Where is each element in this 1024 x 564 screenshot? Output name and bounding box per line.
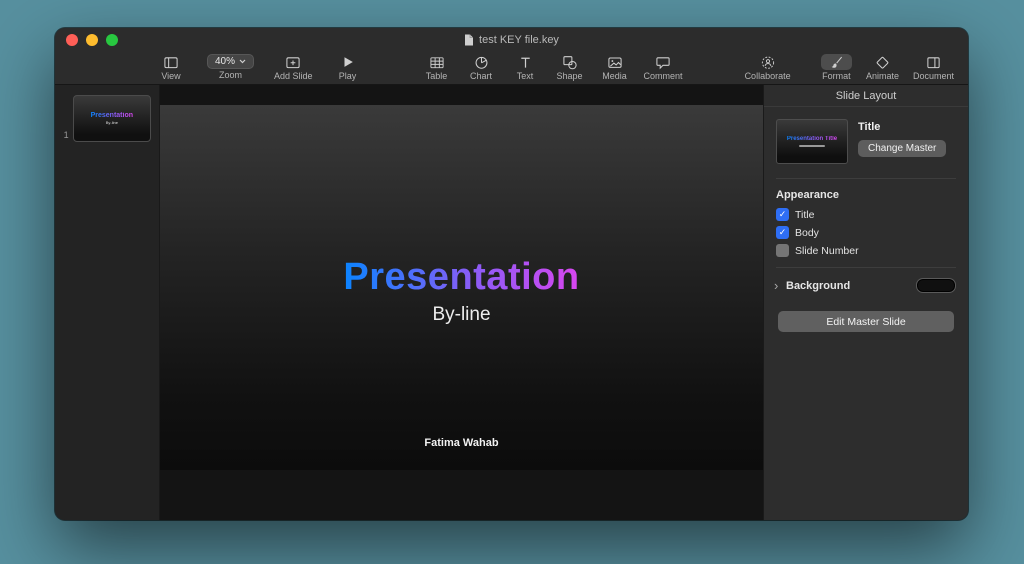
- thumbnail-byline-text: By-line: [106, 121, 118, 125]
- check-icon: ✓: [779, 228, 787, 237]
- slide-navigator: 1 Presentation By-line: [55, 85, 160, 520]
- slide-footer-textbox[interactable]: Fatima Wahab: [160, 437, 763, 449]
- text-button[interactable]: Text: [510, 54, 541, 81]
- check-icon: ✓: [779, 210, 787, 219]
- media-icon: [607, 55, 623, 70]
- master-slide-thumbnail[interactable]: Presentation Title: [776, 119, 848, 164]
- background-row: › Background: [764, 268, 968, 293]
- body-checkbox[interactable]: ✓: [776, 226, 789, 239]
- slide-thumbnail[interactable]: Presentation By-line: [73, 95, 151, 142]
- shape-icon: [562, 55, 578, 70]
- animate-icon: [875, 55, 890, 70]
- disclosure-chevron-icon[interactable]: ›: [774, 278, 784, 293]
- format-inspector: Slide Layout Presentation Title Title Ch…: [763, 85, 968, 520]
- collaborate-icon: [760, 55, 776, 70]
- background-label: Background: [786, 280, 850, 292]
- format-brush-icon: [829, 55, 844, 70]
- edit-master-slide-button[interactable]: Edit Master Slide: [778, 311, 954, 332]
- inspector-header: Slide Layout: [764, 85, 968, 107]
- title-bar: test KEY file.key: [55, 28, 968, 52]
- add-slide-button[interactable]: Add Slide: [274, 54, 313, 81]
- text-icon: [518, 55, 533, 70]
- media-button[interactable]: Media: [599, 54, 631, 81]
- play-icon: [341, 55, 355, 69]
- document-icon: [926, 55, 941, 70]
- collaborate-button[interactable]: Collaborate: [745, 54, 791, 81]
- table-icon: [429, 55, 445, 70]
- document-file-icon: [464, 34, 474, 46]
- slide-number: 1: [61, 130, 69, 142]
- chevron-down-icon: [239, 59, 246, 64]
- table-button[interactable]: Table: [421, 54, 453, 81]
- view-icon: [163, 55, 179, 70]
- appearance-heading: Appearance: [764, 179, 968, 203]
- window-title: test KEY file.key: [55, 28, 968, 52]
- slide-thumbnail-row: 1 Presentation By-line: [61, 95, 151, 142]
- appearance-option-title[interactable]: ✓ Title: [764, 203, 968, 221]
- comment-icon: [655, 55, 671, 70]
- appearance-option-slide-number[interactable]: ✓ Slide Number: [764, 239, 968, 257]
- play-button[interactable]: Play: [333, 54, 363, 81]
- view-button[interactable]: View: [155, 54, 187, 81]
- appearance-option-body[interactable]: ✓ Body: [764, 221, 968, 239]
- master-slide-row: Presentation Title Title Change Master: [764, 107, 968, 168]
- master-thumb-subtitle-bar: [799, 145, 825, 147]
- zoom-control[interactable]: 40% Zoom: [207, 54, 254, 81]
- chart-icon: [474, 55, 489, 70]
- document-button[interactable]: Document: [913, 54, 954, 81]
- master-thumb-title: Presentation Title: [787, 136, 837, 142]
- slide-canvas: Presentation By-line Fatima Wahab: [160, 85, 763, 520]
- slide-byline-textbox[interactable]: By-line: [432, 304, 490, 326]
- format-button[interactable]: Format: [821, 54, 852, 81]
- shape-button[interactable]: Shape: [554, 54, 586, 81]
- add-slide-icon: [285, 55, 301, 70]
- zoom-value: 40%: [215, 56, 235, 67]
- window-title-text: test KEY file.key: [479, 34, 559, 46]
- toolbar: View 40% Zoom Add Slide Play Table: [55, 52, 968, 85]
- background-color-well[interactable]: [916, 278, 956, 293]
- slide-number-checkbox[interactable]: ✓: [776, 244, 789, 257]
- keynote-window: test KEY file.key View 40% Zoom Add Slid…: [55, 28, 968, 520]
- slide-title-textbox[interactable]: Presentation: [343, 257, 579, 299]
- change-master-button[interactable]: Change Master: [858, 140, 946, 157]
- zoom-dropdown[interactable]: 40%: [207, 54, 254, 69]
- chart-button[interactable]: Chart: [466, 54, 497, 81]
- comment-button[interactable]: Comment: [644, 54, 683, 81]
- title-checkbox[interactable]: ✓: [776, 208, 789, 221]
- thumbnail-title-text: Presentation: [91, 112, 133, 119]
- animate-button[interactable]: Animate: [866, 54, 899, 81]
- slide[interactable]: Presentation By-line Fatima Wahab: [160, 105, 763, 470]
- master-name: Title: [858, 121, 946, 133]
